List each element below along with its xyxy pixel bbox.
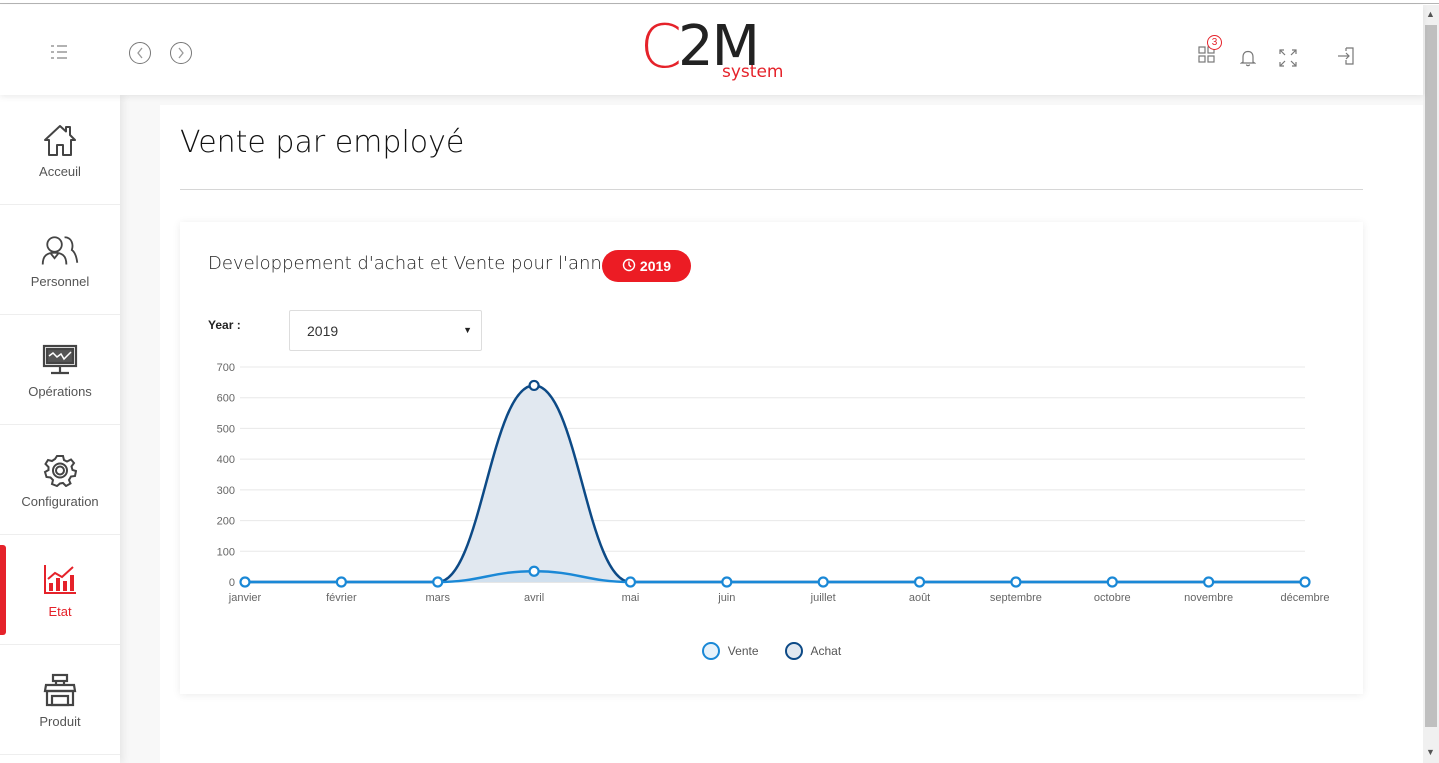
home-icon [40,120,80,160]
year-badge: 2019 [602,250,691,282]
data-point-vente [721,576,733,588]
x-tick-label: avril [524,592,544,604]
top-header: C 2M system 3 [0,5,1423,95]
back-icon[interactable] [129,42,151,64]
series-line-achat [245,384,1305,584]
notification-badge: 3 [1207,35,1222,50]
bell-icon[interactable] [1238,48,1258,68]
y-tick-label: 500 [217,423,235,435]
legend-item-achat[interactable]: Achat [784,642,842,660]
browser-top-border [0,0,1439,4]
logo-c: C [640,12,682,82]
sidebar-item-etat[interactable]: Etat [0,535,120,645]
fullscreen-icon[interactable] [1278,48,1298,68]
year-badge-text: 2019 [639,258,672,274]
y-tick-label: 0 [229,577,235,589]
gear-icon [40,450,80,490]
chart-legend: Vente Achat [180,642,1363,660]
x-tick-label: février [326,592,357,604]
x-tick-label: septembre [990,592,1042,604]
x-tick-label: décembre [1281,592,1330,604]
sidebar-item-personnel[interactable]: Personnel [0,205,120,315]
logo[interactable]: C 2M system [640,15,790,85]
sidebar-item-produit[interactable]: Produit [0,645,120,755]
chart-icon [40,560,80,600]
scroll-down-icon[interactable]: ▼ [1426,747,1435,757]
data-point-vente [1299,576,1311,588]
x-tick-label: octobre [1094,592,1131,604]
data-point-vente [528,565,540,577]
sidebar-item-configuration[interactable]: Configuration [0,425,120,535]
year-label: Year : [208,318,241,332]
chevron-down-icon: ▼ [463,325,472,335]
x-tick-label: mai [622,592,640,604]
year-select-value: 2019 [307,322,339,339]
main-content: Vente par employé Developpement d'achat … [120,95,1423,763]
menu-icon[interactable] [44,41,74,63]
legend-item-vente[interactable]: Vente [701,642,759,660]
data-point-vente [335,576,347,588]
y-tick-label: 300 [217,485,235,497]
vertical-scrollbar[interactable]: ▲ ▼ [1423,5,1439,763]
x-tick-label: août [909,592,930,604]
sidebar-label: Produit [39,714,81,729]
data-point-achat [528,379,540,392]
data-point-vente [432,576,444,588]
series-area-achat [245,385,1305,582]
logout-icon[interactable] [1335,45,1357,67]
y-tick-label: 400 [217,454,235,466]
legend-swatch-achat [784,642,803,660]
data-point-vente [1106,576,1118,588]
forward-icon[interactable] [170,42,192,64]
sidebar: Acceuil Personnel Opérations Configurati… [0,95,120,763]
series-line-vente [245,569,1305,584]
data-point-vente [1010,576,1022,588]
sidebar-label: Etat [48,604,72,619]
sidebar-label: Personnel [30,274,90,289]
card-title: Developpement d'achat et Vente pour l'an… [208,253,624,274]
sidebar-label: Opérations [28,384,92,399]
scroll-thumb[interactable] [1425,25,1437,727]
x-tick-label: juillet [810,592,836,604]
users-icon [40,230,80,270]
x-tick-label: mars [426,592,451,604]
monitor-icon [40,340,80,380]
legend-label: Vente [727,644,759,658]
shop-icon [40,670,80,710]
x-tick-label: janvier [228,592,262,604]
scroll-up-icon[interactable]: ▲ [1426,9,1435,19]
sidebar-label: Acceuil [39,164,81,179]
series-area-vente [245,571,1305,582]
chart-card: Developpement d'achat et Vente pour l'an… [180,222,1363,694]
data-point-vente [624,576,637,588]
logo-system: system [722,62,784,82]
y-tick-label: 600 [217,393,235,405]
legend-swatch-vente [701,642,720,660]
y-tick-label: 200 [217,516,235,528]
sidebar-item-operations[interactable]: Opérations [0,315,120,425]
clock-icon [622,258,636,275]
x-tick-label: novembre [1184,592,1233,604]
legend-label: Achat [810,644,842,658]
data-point-vente [1203,576,1215,588]
year-select[interactable]: 2019 ▼ [289,310,482,351]
x-tick-label: juin [717,592,735,604]
page-title: Vente par employé [180,125,465,160]
line-chart: 0 100 200 300 400 500 600 700 janvier février mar… [217,362,1330,604]
y-tick-label: 700 [217,362,235,374]
data-point-vente [817,576,829,588]
data-point-vente [239,576,251,588]
title-divider [180,189,1363,190]
y-tick-label: 100 [217,546,235,558]
sidebar-item-acceuil[interactable]: Acceuil [0,95,120,205]
data-point-vente [913,576,926,588]
sidebar-label: Configuration [21,494,99,509]
